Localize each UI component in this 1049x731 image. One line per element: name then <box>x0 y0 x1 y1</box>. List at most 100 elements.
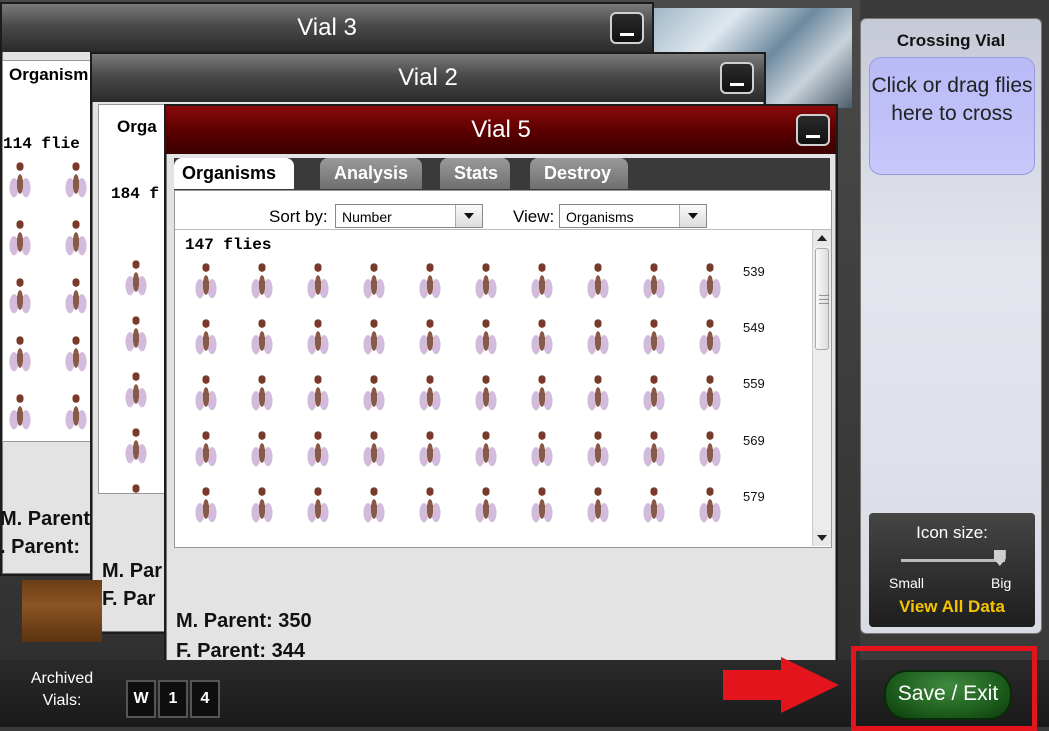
fly-icon[interactable] <box>61 219 91 265</box>
fly-icon[interactable] <box>359 318 389 364</box>
fly-list[interactable]: 147 flies 539 549 559 569 579 — — — <box>175 229 831 546</box>
fly-icon[interactable] <box>639 374 669 420</box>
fly-icon[interactable] <box>415 486 445 532</box>
fly-icon[interactable] <box>5 219 35 265</box>
fly-icon[interactable] <box>121 315 151 361</box>
tab-organisms[interactable]: Organisms <box>174 158 294 189</box>
tab-destroy[interactable]: Destroy <box>530 158 628 189</box>
fly-icon[interactable] <box>471 486 501 532</box>
fly-icon[interactable] <box>695 486 725 532</box>
highlight-arrow <box>723 670 783 700</box>
highlight-arrow-head <box>781 657 839 713</box>
fly-icon[interactable] <box>415 430 445 476</box>
fly-icon[interactable] <box>583 318 613 364</box>
scroll-down-arrow-icon[interactable] <box>813 530 831 546</box>
fly-icon[interactable] <box>247 318 277 364</box>
view-all-data-link[interactable]: View All Data <box>869 597 1035 617</box>
crossing-drop-zone[interactable]: Click or drag flies here to cross <box>869 57 1035 175</box>
fly-icon[interactable] <box>191 430 221 476</box>
fly-icon[interactable] <box>583 374 613 420</box>
view-select[interactable]: Organisms <box>559 204 707 228</box>
fly-icon[interactable] <box>61 335 91 381</box>
scroll-up-arrow-icon[interactable] <box>813 230 831 246</box>
fly-icon[interactable] <box>5 161 35 207</box>
fly-icon[interactable] <box>639 262 669 308</box>
fly-icon[interactable] <box>527 318 557 364</box>
crossing-panel: Crossing Vial Click or drag flies here t… <box>860 18 1042 634</box>
vial3-titlebar[interactable]: Vial 3 <box>2 4 652 52</box>
fly-icon[interactable] <box>471 262 501 308</box>
fly-icon[interactable] <box>61 277 91 323</box>
icon-size-label: Icon size: <box>916 523 988 542</box>
fly-icon[interactable] <box>121 483 151 493</box>
fly-icon[interactable] <box>527 374 557 420</box>
vial2-male-parent: M. Par <box>102 560 163 582</box>
fly-icon[interactable] <box>303 262 333 308</box>
fly-icon[interactable] <box>639 318 669 364</box>
fly-icon[interactable] <box>247 430 277 476</box>
fly-icon[interactable] <box>359 374 389 420</box>
vial3-tab-organisms[interactable]: Organism <box>9 65 88 85</box>
fly-icon[interactable] <box>695 430 725 476</box>
fly-icon[interactable] <box>583 486 613 532</box>
fly-icon[interactable] <box>303 430 333 476</box>
icon-size-slider-handle[interactable] <box>993 550 1006 566</box>
fly-icon[interactable] <box>247 374 277 420</box>
fly-icon[interactable] <box>191 318 221 364</box>
fly-icon[interactable] <box>191 374 221 420</box>
fly-icon[interactable] <box>5 335 35 381</box>
fly-icon[interactable] <box>121 427 151 473</box>
vial3-title: Vial 3 <box>297 14 357 41</box>
tab-analysis[interactable]: Analysis <box>320 158 422 189</box>
fly-icon[interactable] <box>121 259 151 305</box>
vial5-minimize-button[interactable] <box>796 114 830 146</box>
vial3-content: Organism 114 flie <box>2 60 104 442</box>
fly-icon[interactable] <box>695 318 725 364</box>
fly-list-scrollbar[interactable]: — — — <box>812 230 831 546</box>
small-label: Small <box>889 575 925 591</box>
fly-icon[interactable] <box>359 430 389 476</box>
fly-icon[interactable] <box>303 486 333 532</box>
fly-icon[interactable] <box>527 430 557 476</box>
archived-vial-w[interactable]: W <box>126 680 156 718</box>
vial3-minimize-button[interactable] <box>610 12 644 44</box>
tab-stats[interactable]: Stats <box>440 158 510 189</box>
vial2-tab-organisms[interactable]: Orga <box>117 117 157 137</box>
fly-icon[interactable] <box>527 262 557 308</box>
fly-icon[interactable] <box>415 262 445 308</box>
vial5-window[interactable]: Vial 5 Organisms Analysis Stats Destroy … <box>164 104 838 678</box>
vial2-minimize-button[interactable] <box>720 62 754 94</box>
fly-icon[interactable] <box>639 486 669 532</box>
archived-vial-1[interactable]: 1 <box>158 680 188 718</box>
fly-icon[interactable] <box>191 262 221 308</box>
fly-icon[interactable] <box>359 486 389 532</box>
fly-icon[interactable] <box>695 262 725 308</box>
vial5-titlebar[interactable]: Vial 5 <box>166 106 836 154</box>
fly-icon[interactable] <box>61 161 91 207</box>
save-exit-button[interactable]: Save / Exit <box>884 670 1012 720</box>
fly-icon[interactable] <box>527 486 557 532</box>
icon-size-slider-track[interactable] <box>901 559 1005 562</box>
fly-icon[interactable] <box>695 374 725 420</box>
fly-icon[interactable] <box>583 430 613 476</box>
fly-icon[interactable] <box>583 262 613 308</box>
fly-icon[interactable] <box>303 374 333 420</box>
sort-select[interactable]: Number <box>335 204 483 228</box>
fly-icon[interactable] <box>471 430 501 476</box>
fly-icon[interactable] <box>247 486 277 532</box>
fly-icon[interactable] <box>359 262 389 308</box>
fly-icon[interactable] <box>471 374 501 420</box>
fly-icon[interactable] <box>191 486 221 532</box>
fly-icon[interactable] <box>5 393 35 439</box>
fly-icon[interactable] <box>247 262 277 308</box>
fly-icon[interactable] <box>5 277 35 323</box>
fly-icon[interactable] <box>639 430 669 476</box>
fly-icon[interactable] <box>415 318 445 364</box>
vial2-titlebar[interactable]: Vial 2 <box>92 54 764 102</box>
fly-icon[interactable] <box>415 374 445 420</box>
fly-icon[interactable] <box>121 371 151 417</box>
fly-icon[interactable] <box>61 393 91 439</box>
fly-icon[interactable] <box>471 318 501 364</box>
fly-icon[interactable] <box>303 318 333 364</box>
archived-vial-4[interactable]: 4 <box>190 680 220 718</box>
